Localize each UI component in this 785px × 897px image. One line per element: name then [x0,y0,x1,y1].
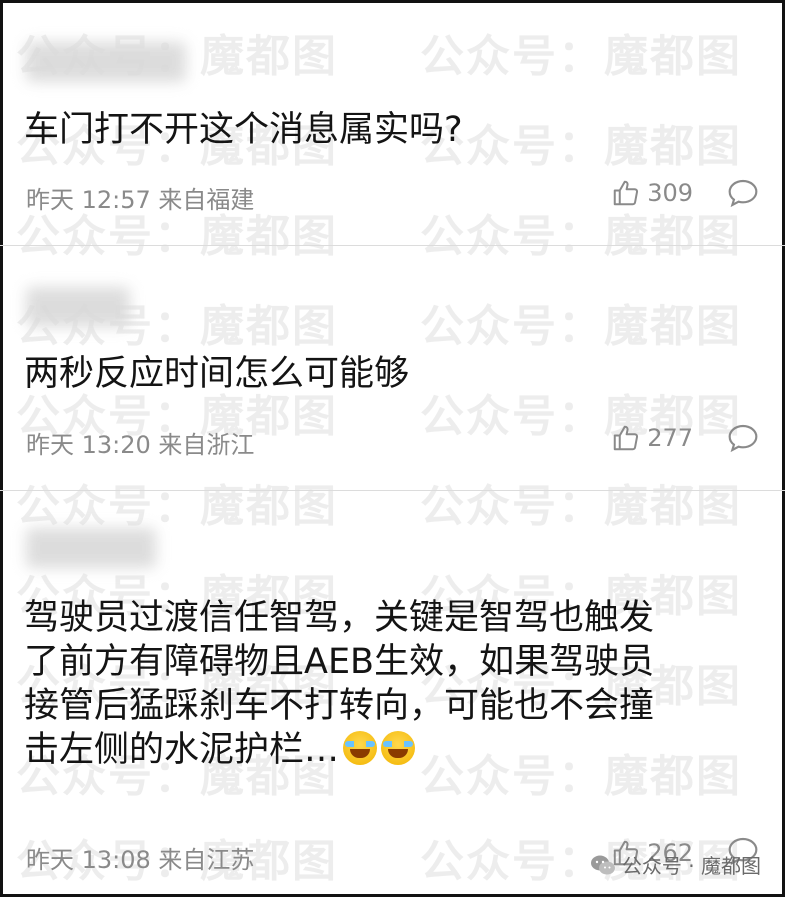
wechat-icon [590,855,615,874]
reply-button[interactable] [727,423,759,457]
thumbs-up-icon [613,425,639,451]
like-button[interactable]: 277 [611,423,693,453]
divider [0,490,785,491]
comment-text-line: 击左侧的水泥护栏… [24,730,340,770]
comment-bubble-icon [728,179,758,208]
comment-meta: 昨天 12:57 来自福建 [26,186,255,214]
footer-label: 公众号 · 魔都图 [621,854,761,878]
laugh-cry-emoji-icon [381,731,416,765]
comment-text-line: 接管后猛踩刹车不打转向，可能也不会撞 [24,686,655,726]
laugh-cry-emoji-icon [343,731,378,765]
thumbs-up-icon [613,180,639,206]
comment-text-line: 了前方有障碍物且AEB生效，如果驾驶员 [24,642,655,682]
comment-text-line: 驾驶员过渡信任智驾，关键是智驾也触发 [24,598,655,638]
comment-text: 驾驶员过渡信任智驾，关键是智驾也触发 了前方有障碍物且AEB生效，如果驾驶员 接… [24,596,749,772]
comment-text: 车门打不开这个消息属实吗? [24,110,463,150]
comment-bubble-icon [728,424,758,453]
reply-button[interactable] [727,178,759,212]
comment-text: 两秒反应时间怎么可能够 [24,354,410,394]
like-count: 309 [647,179,693,207]
blurred-username[interactable] [26,287,130,327]
divider [0,245,785,246]
comment-text-last-line: 击左侧的水泥护栏… [24,728,749,772]
blurred-username[interactable] [26,528,156,568]
source-footer: 公众号 · 魔都图 [590,850,761,879]
comment-meta: 昨天 13:20 来自浙江 [26,431,255,459]
blurred-username[interactable] [26,42,186,82]
comment-meta: 昨天 13:08 来自江苏 [26,846,255,874]
like-count: 277 [647,424,693,452]
like-button[interactable]: 309 [611,178,693,208]
